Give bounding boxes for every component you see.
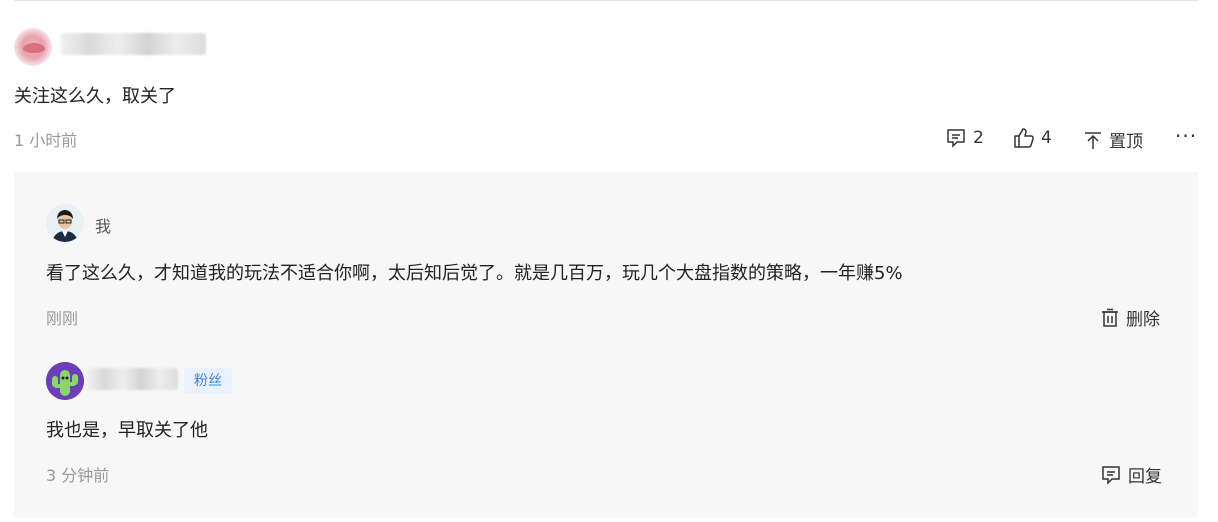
more-options-button[interactable]: ···	[1175, 124, 1197, 148]
reply-content: 我也是，早取关了他	[46, 420, 208, 441]
cactus-avatar-icon	[46, 362, 84, 400]
reply-thread	[14, 172, 1198, 518]
reply-count: 2	[973, 128, 984, 148]
reply-time: 刚刚	[46, 309, 79, 328]
reply-icon	[1100, 464, 1122, 486]
my-avatar[interactable]	[46, 204, 84, 242]
comment-content: 关注这么久，取关了	[14, 86, 176, 107]
fan-avatar[interactable]	[46, 362, 84, 400]
blurred-username[interactable]	[60, 33, 206, 55]
fan-badge: 粉丝	[184, 368, 232, 394]
pin-top-icon	[1083, 130, 1103, 150]
reply-button[interactable]: 回复	[1100, 462, 1162, 487]
person-avatar-icon	[46, 204, 84, 242]
delete-label: 删除	[1126, 310, 1160, 330]
reply-content: 看了这么久，才知道我的玩法不适合你啊，太后知后觉了。就是几百万，玩几个大盘指数的…	[46, 263, 903, 284]
top-divider	[14, 0, 1198, 1]
user-avatar[interactable]	[14, 28, 52, 66]
reply-count-button[interactable]: 2	[945, 127, 984, 149]
trash-icon	[1100, 308, 1120, 328]
pin-top-label: 置顶	[1109, 132, 1143, 152]
delete-button[interactable]: 删除	[1100, 305, 1160, 330]
comment-time: 1 小时前	[14, 131, 78, 150]
pin-top-button[interactable]: 置顶	[1083, 127, 1143, 152]
reply-author[interactable]: 我	[95, 213, 111, 237]
reply-time: 3 分钟前	[46, 466, 110, 485]
reply-label: 回复	[1128, 467, 1162, 487]
like-count: 4	[1041, 128, 1052, 148]
comment-icon	[945, 127, 967, 149]
like-button[interactable]: 4	[1013, 127, 1052, 149]
thumbs-up-icon	[1013, 127, 1035, 149]
blurred-username[interactable]	[86, 368, 178, 390]
avatar-lips-image	[23, 43, 45, 53]
